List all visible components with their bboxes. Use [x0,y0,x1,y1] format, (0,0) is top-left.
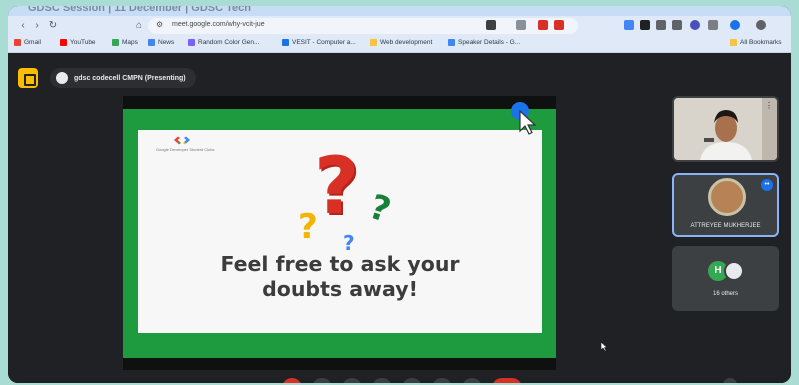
present-button[interactable] [402,378,422,383]
bookmark-vesit[interactable]: VESIT - Computer a... [282,39,356,46]
profile-icon[interactable] [690,20,700,30]
speaking-icon: •• [761,179,773,191]
bookmark-youtube[interactable]: YouTube [60,39,96,46]
reload-icon[interactable]: ↻ [46,19,60,33]
emoji-button[interactable] [372,378,392,383]
raise-hand-button[interactable] [432,378,452,383]
gdsc-logo-icon [174,136,190,145]
tab-title[interactable]: GDSC Session | 11 December | GDSC Tech [28,6,251,14]
call-controls [8,375,791,383]
slide-brand-text: Google Developer Student Clubs [156,147,215,152]
bookmark-gmail[interactable]: Gmail [14,39,41,46]
more-options-button[interactable] [462,378,482,383]
presentation-stage: Google Developer Student Clubs ? ? ? ? F… [123,96,556,370]
slide-caption: Feel free to ask your doubts away! [138,252,542,302]
bookmark-web-development[interactable]: Web development [370,39,432,46]
bookmark-speaker-details[interactable]: Speaker Details - G... [448,39,520,46]
url-text: meet.google.com/why-vcit-jue [172,21,265,28]
folder-icon [730,39,737,46]
bookmark-random-color[interactable]: Random Color Gen... [188,39,259,46]
sidepanel-icon[interactable] [708,20,718,30]
site-info-icon[interactable]: ⚙ [156,20,163,29]
bookmark-maps[interactable]: Maps [112,39,138,46]
alert-extension-icon[interactable] [554,20,564,30]
others-tile[interactable]: H 16 others [672,246,779,311]
gmail-icon [14,39,21,46]
participant-tile-attreyee[interactable]: •• ATTREYEE MUKHERJEE [672,173,779,237]
news-icon [148,39,155,46]
avatar [724,261,744,281]
mic-off-button[interactable] [282,378,302,383]
chat-button[interactable] [723,378,737,383]
youtube-icon [60,39,67,46]
presenter-avatar [56,72,68,84]
presenting-label: gdsc codecell CMPN (Presenting) [74,74,186,82]
forward-icon[interactable]: › [30,19,44,33]
extension-icon[interactable] [538,20,548,30]
caption-line-1: Feel free to ask your [220,252,460,276]
bookmark-news[interactable]: News [148,39,174,46]
slide-canvas: Google Developer Student Clubs ? ? ? ? F… [138,130,542,333]
activities-button[interactable] [18,68,38,88]
back-icon[interactable]: ‹ [16,19,30,33]
home-icon[interactable]: ⌂ [132,19,146,33]
others-count: 16 others [712,291,739,297]
vesit-icon [282,39,289,46]
participant-video [674,98,777,160]
cursor-icon [519,110,537,135]
vpn-icon[interactable] [730,20,740,30]
extensions-icon[interactable] [672,20,682,30]
docs-icon [448,39,455,46]
avatar [708,178,746,216]
blue-question-mark-icon: ? [343,231,355,255]
leave-call-button[interactable] [492,378,522,383]
navigation-bar: ‹ › ↻ ⌂ ⚙ meet.google.com/why-vcit-jue [8,16,791,36]
camera-button[interactable] [312,378,332,383]
extension-gray-icon[interactable] [656,20,666,30]
screen-frame: GDSC Session | 11 December | GDSC Tech ‹… [8,6,791,383]
maps-icon [112,39,119,46]
slide-border: Google Developer Student Clubs ? ? ? ? F… [123,109,556,358]
mouse-cursor-icon [600,341,608,352]
captions-button[interactable] [342,378,362,383]
meet-area: gdsc codecell CMPN (Presenting) Google D… [8,54,791,383]
address-bar[interactable]: ⚙ meet.google.com/why-vcit-jue [148,18,578,34]
menu-icon[interactable] [756,20,766,30]
more-options-icon[interactable]: ⋮ [765,101,773,110]
extension-blue-icon[interactable] [624,20,634,30]
presenting-indicator[interactable]: gdsc codecell CMPN (Presenting) [50,68,196,88]
participant-video-tile[interactable]: ⋮ [672,96,779,162]
green-question-mark-icon: ? [364,186,396,232]
participant-name: ATTREYEE MUKHERJEE [690,223,761,229]
red-question-mark-icon: ? [314,142,360,232]
tab-strip: GDSC Session | 11 December | GDSC Tech [8,6,791,16]
camera-icon[interactable] [486,20,496,30]
share-icon[interactable] [516,20,526,30]
palette-icon [188,39,195,46]
folder-icon [370,39,377,46]
caption-line-2: doubts away! [262,277,418,301]
bookmarks-bar: Gmail YouTube Maps News Random Color Gen… [8,36,791,53]
all-bookmarks[interactable]: All Bookmarks [730,39,782,46]
yellow-question-mark-icon: ? [298,207,318,247]
extension-dark-icon[interactable] [640,20,650,30]
